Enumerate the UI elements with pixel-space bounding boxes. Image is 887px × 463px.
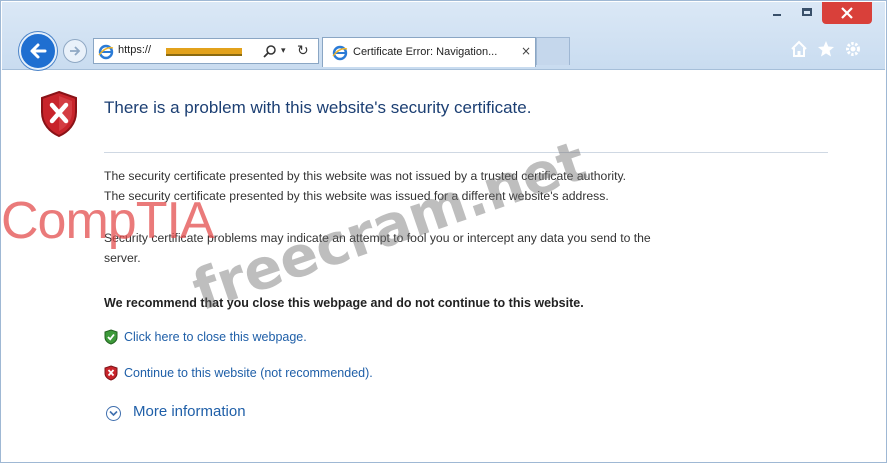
continue-website-link[interactable]: Continue to this website (not recommende…: [124, 366, 373, 380]
back-button[interactable]: [19, 32, 57, 70]
comptia-watermark: CompTIA: [1, 192, 215, 250]
maximize-icon: [802, 8, 812, 16]
divider: [104, 152, 828, 153]
new-tab-button[interactable]: [536, 37, 570, 65]
close-window-button[interactable]: [822, 2, 872, 24]
error-paragraph: server.: [104, 251, 141, 265]
more-information-link[interactable]: More information: [133, 403, 246, 420]
redacted-url: [166, 48, 242, 56]
minimize-icon: [773, 14, 781, 16]
chevron-down-icon: [106, 406, 121, 421]
close-icon: [841, 7, 853, 19]
address-bar[interactable]: https:// ▾ ↻: [93, 38, 319, 64]
recommendation-text: We recommend that you close this webpage…: [104, 296, 584, 310]
red-shield-x-icon: [41, 90, 77, 138]
url-text: https://: [118, 44, 152, 56]
forward-button[interactable]: [63, 39, 87, 63]
maximize-button[interactable]: [793, 2, 821, 24]
browser-toolbar: https:// ▾ ↻ Certificate Error: Navigati…: [2, 2, 885, 70]
home-icon[interactable]: [790, 40, 808, 58]
forward-arrow-icon: [70, 46, 81, 56]
search-icon[interactable]: [263, 44, 277, 58]
freecram-watermark: freecram.net: [184, 128, 595, 324]
tab-certificate-error[interactable]: Certificate Error: Navigation... ×: [322, 37, 536, 67]
settings-gear-icon[interactable]: [844, 40, 862, 58]
ie-logo-icon: [332, 45, 348, 61]
red-shield-x-icon: [104, 365, 118, 381]
browser-window: https:// ▾ ↻ Certificate Error: Navigati…: [0, 0, 887, 463]
minimize-button[interactable]: [762, 2, 792, 24]
tab-title: Certificate Error: Navigation...: [353, 46, 498, 58]
favorites-star-icon[interactable]: [817, 40, 835, 58]
tab-close-icon[interactable]: ×: [521, 44, 531, 58]
close-webpage-link[interactable]: Click here to close this webpage.: [124, 330, 307, 344]
refresh-icon[interactable]: ↻: [297, 43, 309, 59]
back-arrow-icon: [30, 43, 47, 59]
chevron-down-icon[interactable]: ▾: [281, 46, 286, 56]
green-shield-check-icon: [104, 329, 118, 345]
page-title: There is a problem with this website's s…: [104, 98, 532, 117]
ie-logo-icon: [98, 44, 114, 60]
